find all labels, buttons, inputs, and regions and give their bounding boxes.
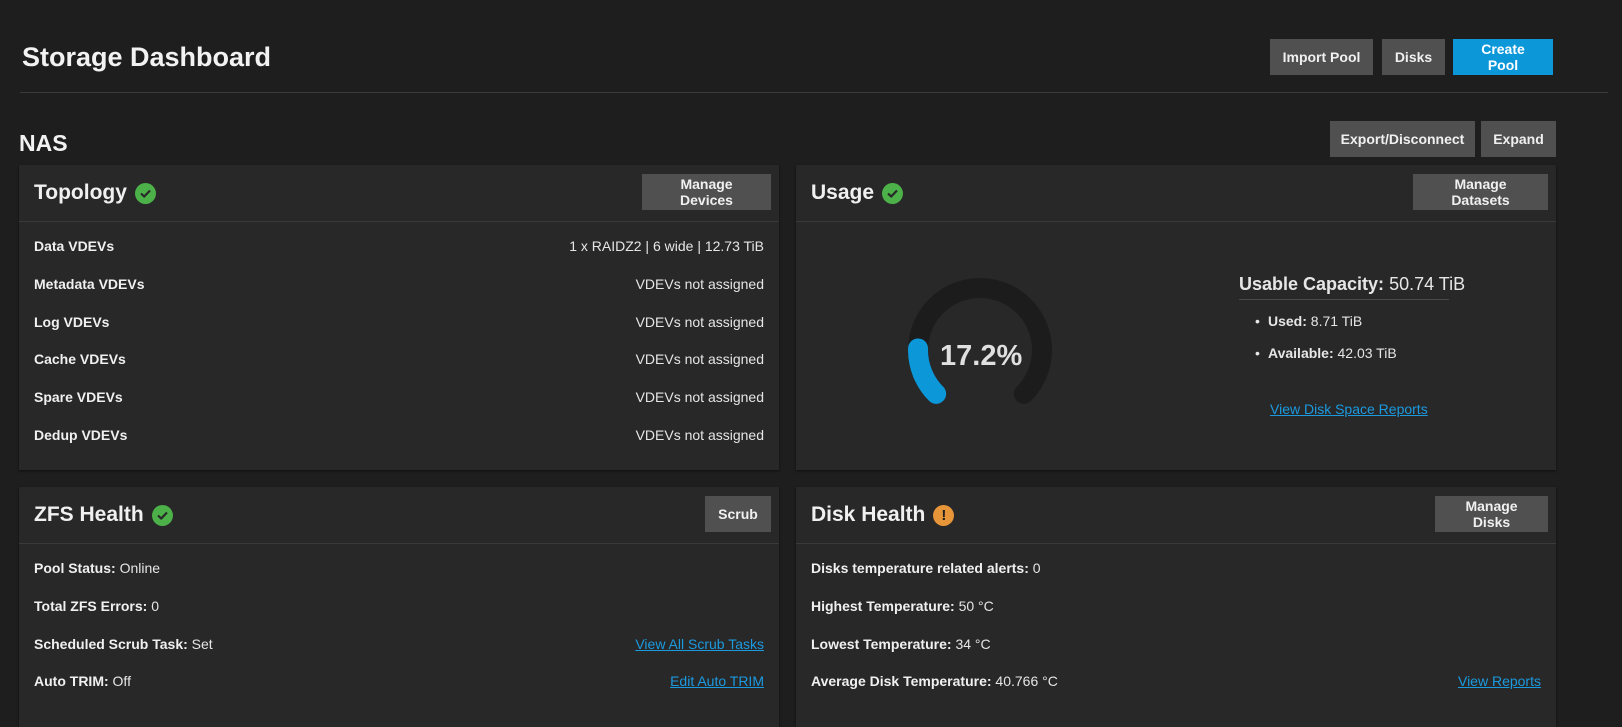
export-disconnect-button[interactable]: Export/Disconnect (1330, 121, 1475, 157)
capacity-divider (1239, 299, 1449, 300)
auto-trim: Auto TRIM: Off (34, 673, 131, 689)
import-pool-button[interactable]: Import Pool (1270, 39, 1373, 75)
expand-button[interactable]: Expand (1481, 121, 1556, 157)
lowest-temperature: Lowest Temperature: 34 °C (811, 636, 991, 652)
disk-health-title: Disk Health (811, 503, 926, 526)
disk-health-card-header: Disk Health ! Manage Disks (796, 487, 1556, 544)
manage-disks-button[interactable]: Manage Disks (1435, 496, 1548, 532)
disk-temp-alerts: Disks temperature related alerts: 0 (811, 560, 1041, 576)
vdev-row-metadata: Metadata VDEVs VDEVs not assigned (34, 276, 764, 292)
zfs-health-title: ZFS Health (34, 503, 144, 526)
pool-name: NAS (19, 130, 68, 156)
available-item: Available: 42.03 TiB (1255, 345, 1397, 361)
topology-title: Topology (34, 181, 127, 204)
vdev-row-data: Data VDEVs 1 x RAIDZ2 | 6 wide | 12.73 T… (34, 238, 764, 254)
highest-temperature: Highest Temperature: 50 °C (811, 598, 994, 614)
usable-capacity: Usable Capacity: 50.74 TiB (1239, 274, 1466, 294)
manage-devices-button[interactable]: Manage Devices (642, 174, 771, 210)
scheduled-scrub-task: Scheduled Scrub Task: Set (34, 636, 213, 652)
create-pool-button[interactable]: Create Pool (1453, 39, 1553, 75)
average-disk-temperature: Average Disk Temperature: 40.766 °C (811, 673, 1058, 689)
view-disk-space-reports-link[interactable]: View Disk Space Reports (1270, 401, 1428, 417)
usage-title: Usage (811, 181, 875, 204)
gauge-fill (908, 338, 947, 404)
edit-auto-trim-link[interactable]: Edit Auto TRIM (670, 673, 764, 689)
vdev-row-dedup: Dedup VDEVs VDEVs not assigned (34, 427, 764, 443)
check-circle-icon (134, 182, 156, 204)
usage-percent: 17.2% (940, 340, 1023, 372)
total-zfs-errors: Total ZFS Errors: 0 (34, 598, 159, 614)
manage-datasets-button[interactable]: Manage Datasets (1413, 174, 1548, 210)
vdev-row-spare: Spare VDEVs VDEVs not assigned (34, 389, 764, 405)
used-item: Used: 8.71 TiB (1255, 313, 1362, 329)
vdev-row-log: Log VDEVs VDEVs not assigned (34, 314, 764, 330)
view-all-scrub-tasks-link[interactable]: View All Scrub Tasks (635, 636, 764, 652)
view-reports-link[interactable]: View Reports (1458, 673, 1541, 689)
topology-card-header: Topology Manage Devices (19, 165, 779, 222)
warning-circle-icon: ! (933, 504, 955, 526)
vdev-row-cache: Cache VDEVs VDEVs not assigned (34, 351, 764, 367)
usage-card-header: Usage Manage Datasets (796, 165, 1556, 222)
page-title: Storage Dashboard (22, 42, 272, 72)
check-circle-icon (151, 504, 173, 526)
pool-status: Pool Status: Online (34, 560, 161, 576)
disk-health-card: Disk Health ! Manage Disks Disks tempera… (796, 487, 1556, 727)
scrub-button[interactable]: Scrub (705, 496, 771, 532)
disks-button[interactable]: Disks (1382, 39, 1445, 75)
zfs-health-card-header: ZFS Health Scrub (19, 487, 779, 544)
zfs-health-card: ZFS Health Scrub Pool Status: Online Tot… (19, 487, 779, 727)
topology-card: Topology Manage Devices Data VDEVs 1 x R… (19, 165, 779, 470)
check-circle-icon (882, 182, 904, 204)
